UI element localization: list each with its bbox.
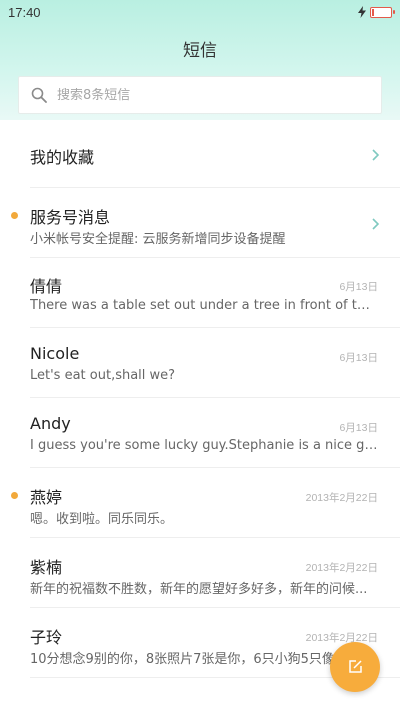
message-date: 6月13日: [339, 281, 378, 293]
search-bar[interactable]: [18, 76, 382, 114]
favorites-row[interactable]: 我的收藏: [30, 120, 400, 188]
message-preview: Let's eat out,shall we?: [30, 368, 176, 383]
favorites-label: 我的收藏: [30, 148, 95, 167]
message-date: 2013年2月22日: [305, 562, 378, 574]
list-item[interactable]: 紫楠 2013年2月22日 新年的祝福数不胜数，新年的愿望好多好多，新年的问候.…: [30, 538, 400, 608]
list-item[interactable]: 燕婷 2013年2月22日 嗯。收到啦。同乐同乐。: [11, 468, 400, 538]
contact-name: 燕婷: [30, 488, 63, 507]
list-item[interactable]: 倩倩 6月13日 There was a table set out under…: [30, 258, 400, 328]
contact-name: 紫楠: [30, 558, 63, 577]
message-date: 2013年2月22日: [305, 632, 378, 644]
message-preview: There was a table set out under a tree i…: [30, 298, 378, 313]
conversation-list: 我的收藏 服务号消息 小米帐号安全提醒: 云服务新增同步设备提醒 倩倩 6月13…: [0, 120, 400, 678]
header: 17:40 短信: [0, 0, 400, 120]
search-icon: [31, 87, 47, 103]
battery-level-fill: [372, 8, 374, 16]
battery-icon: [370, 6, 395, 18]
message-date: 2013年2月22日: [305, 492, 378, 504]
message-preview: 新年的祝福数不胜数，新年的愿望好多好多，新年的问候...: [30, 582, 368, 597]
message-preview: I guess you're some lucky guy.Stephanie …: [30, 438, 378, 453]
charging-icon: [358, 6, 366, 18]
message-date: 6月13日: [339, 422, 378, 434]
edit-icon: [349, 660, 362, 673]
message-preview: 10分想念9别的你，8张照片7张是你，6只小狗5只像你: [30, 652, 348, 667]
contact-name: 子玲: [30, 628, 63, 647]
service-messages-label: 服务号消息: [30, 208, 111, 227]
unread-dot: [11, 492, 18, 499]
status-bar: 17:40: [0, 0, 400, 24]
chevron-right-icon: [372, 218, 380, 230]
service-messages-row[interactable]: 服务号消息 小米帐号安全提醒: 云服务新增同步设备提醒: [11, 188, 400, 258]
list-item[interactable]: Nicole 6月13日 Let's eat out,shall we?: [30, 328, 400, 398]
contact-name: Nicole: [30, 344, 80, 363]
list-item[interactable]: Andy 6月13日 I guess you're some lucky guy…: [30, 398, 400, 468]
unread-dot: [11, 212, 18, 219]
contact-name: 倩倩: [30, 277, 63, 296]
status-icons: [358, 6, 395, 18]
service-messages-preview: 小米帐号安全提醒: 云服务新增同步设备提醒: [30, 232, 286, 247]
message-date: 6月13日: [339, 352, 378, 364]
search-input[interactable]: [57, 87, 357, 103]
compose-button[interactable]: [330, 642, 380, 692]
page-title: 短信: [183, 41, 217, 61]
chevron-right-icon: [372, 149, 380, 161]
status-time: 17:40: [8, 4, 41, 20]
message-preview: 嗯。收到啦。同乐同乐。: [30, 512, 174, 527]
contact-name: Andy: [30, 414, 71, 433]
